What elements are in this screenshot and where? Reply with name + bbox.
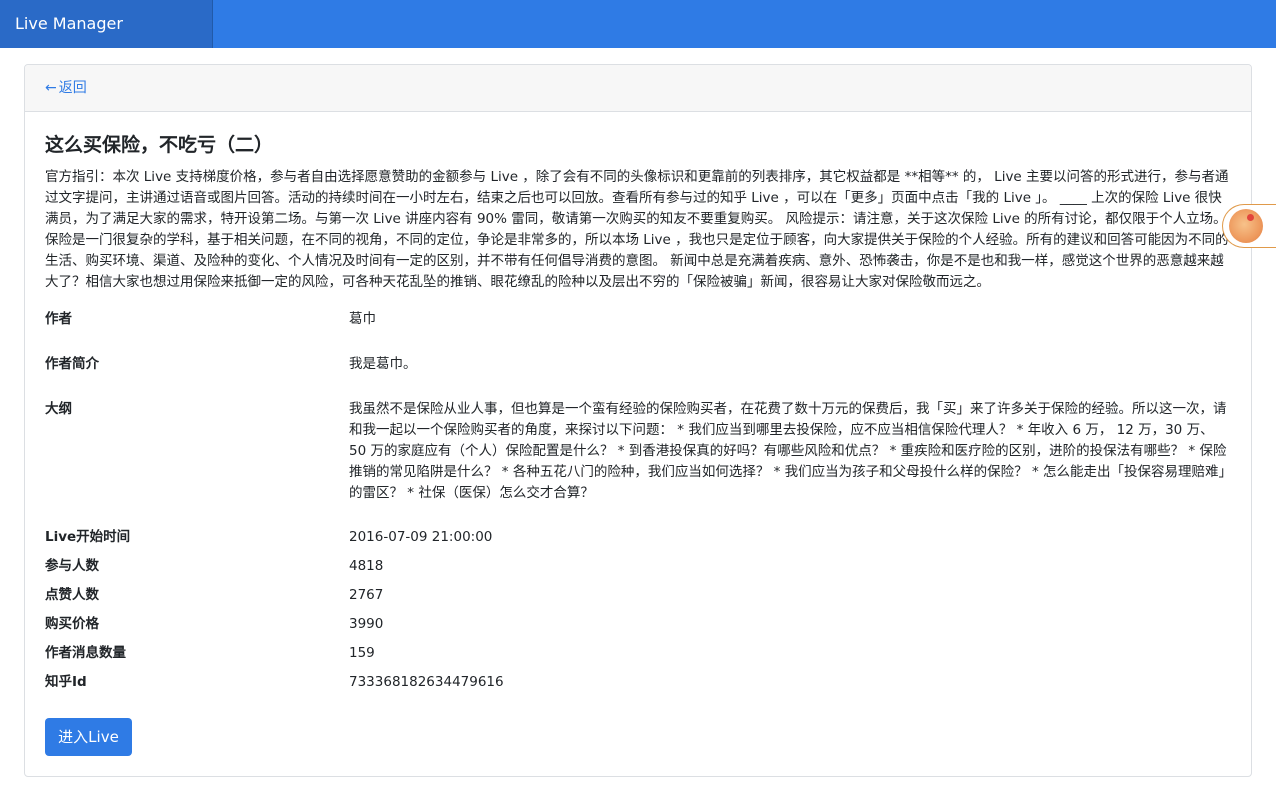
avatar-face: [1229, 209, 1263, 243]
bio-label: 作者简介: [45, 356, 99, 372]
back-label: 返回: [58, 80, 87, 96]
participants-label: 参与人数: [45, 558, 99, 574]
zhihu-id-label: 知乎Id: [45, 674, 87, 690]
price-label: 购买价格: [45, 616, 99, 632]
messages-label: 作者消息数量: [45, 645, 126, 661]
avatar-widget-icon[interactable]: [1222, 204, 1276, 248]
zhihu-id-value: 733368182634479616: [349, 674, 504, 690]
outline-label: 大纲: [45, 401, 72, 417]
author-label: 作者: [45, 311, 72, 327]
outline-value: 我虽然不是保险从业人事，但也算是一个蛮有经验的保险购买者，在花费了数十万元的保费…: [349, 401, 1227, 501]
likes-value: 2767: [349, 587, 384, 603]
start-time-value: 2016-07-09 21:00:00: [349, 529, 493, 545]
back-link[interactable]: ← 返回: [45, 80, 87, 96]
page-title: 这么买保险，不吃亏（二）: [45, 134, 274, 156]
participants-value: 4818: [349, 558, 384, 574]
card-header: ← 返回: [25, 65, 1251, 112]
start-time-label: Live开始时间: [45, 529, 131, 545]
messages-value: 159: [349, 645, 375, 661]
live-description: 官方指引：本次 Live 支持梯度价格，参与者自由选择愿意赞助的金额参与 Liv…: [45, 169, 1229, 290]
likes-label: 点赞人数: [45, 587, 99, 603]
bio-value: 我是葛巾。: [349, 356, 417, 372]
brand-logo[interactable]: Live Manager: [0, 0, 213, 48]
live-detail-card: ← 返回 这么买保险，不吃亏（二） 官方指引：本次 Live 支持梯度价格，参与者…: [24, 64, 1252, 777]
arrow-left-icon: ←: [45, 80, 57, 96]
author-value: 葛巾: [349, 311, 376, 327]
enter-live-button[interactable]: 进入Live: [45, 718, 132, 756]
price-value: 3990: [349, 616, 384, 632]
notification-dot: [1247, 214, 1254, 221]
top-navbar: Live Manager: [0, 0, 1276, 48]
